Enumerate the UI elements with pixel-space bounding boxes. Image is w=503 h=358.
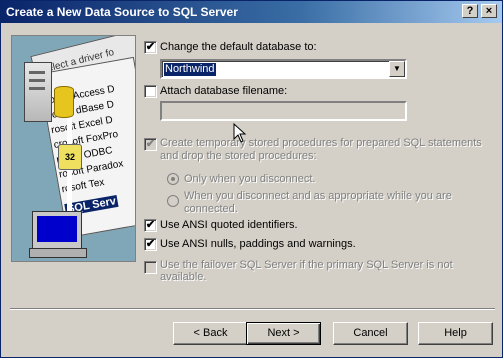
odbc-32-icon: 32 [58,144,82,170]
back-button[interactable]: < Back [173,322,248,345]
close-button[interactable]: × [481,4,497,18]
default-database-combobox[interactable]: Northwind ▼ [160,59,407,79]
failover-label-2: available. [160,271,207,283]
failover-checkbox[interactable] [144,261,157,274]
ansi-quoted-label[interactable]: Use ANSI quoted identifiers. [160,219,298,231]
ansi-nulls-checkbox[interactable]: ✔ [144,238,157,251]
dialog-window: Create a New Data Source to SQL Server ?… [0,0,503,358]
ansi-quoted-checkbox[interactable]: ✔ [144,219,157,232]
when-disconnect-radio[interactable] [167,195,179,207]
attach-db-filename-input[interactable] [160,101,407,121]
button-separator [10,308,495,310]
create-temp-sp-label: Create temporary stored procedures for p… [160,137,482,149]
connection-line [67,118,72,144]
title-bar[interactable]: Create a New Data Source to SQL Server ?… [1,1,502,23]
help-title-button[interactable]: ? [462,4,478,18]
change-default-db-label[interactable]: Change the default database to: [160,41,317,53]
window-title: Create a New Data Source to SQL Server [6,5,238,19]
failover-label: Use the failover SQL Server if the prima… [160,259,453,271]
when-disconnect-label-2: connected. [184,203,238,215]
computer-icon [29,211,87,258]
create-temp-sp-checkbox[interactable]: ✔ [144,138,157,151]
default-database-value: Northwind [164,63,216,76]
server-icon [24,62,52,122]
next-button[interactable]: Next > [246,322,321,345]
mouse-cursor-icon [233,123,247,143]
wizard-illustration: Select a driver fo rosoft Access D rosof… [11,35,136,262]
cancel-button[interactable]: Cancel [333,322,408,345]
when-disconnect-label: When you disconnect and as appropriate w… [184,190,452,202]
attach-db-checkbox[interactable] [144,85,157,98]
change-default-db-checkbox[interactable]: ✔ [144,41,157,54]
attach-db-label[interactable]: Attach database filename: [160,85,287,97]
help-button[interactable]: Help [418,322,493,345]
create-temp-sp-label-2: and drop the stored procedures: [160,150,317,162]
connection-line [67,170,72,212]
only-disconnect-radio[interactable] [167,173,179,185]
ansi-nulls-label[interactable]: Use ANSI nulls, paddings and warnings. [160,238,356,250]
database-cylinder-icon [54,86,74,118]
only-disconnect-label: Only when you disconnect. [184,173,316,185]
dropdown-arrow-icon[interactable]: ▼ [389,61,405,77]
